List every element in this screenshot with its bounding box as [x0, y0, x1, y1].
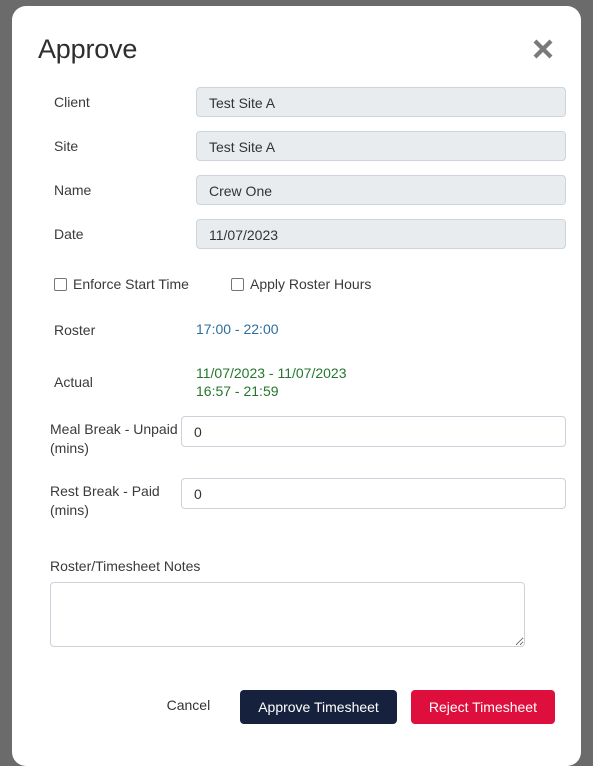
- close-icon[interactable]: [527, 33, 559, 65]
- modal-footer: Cancel Approve Timesheet Reject Timeshee…: [12, 690, 581, 740]
- client-field[interactable]: Test Site A: [196, 87, 566, 117]
- label-actual: Actual: [54, 374, 93, 390]
- label-site: Site: [54, 138, 79, 154]
- name-field[interactable]: Crew One: [196, 175, 566, 205]
- checkbox-box-icon[interactable]: [231, 277, 244, 291]
- roster-hours-value: 17:00 - 22:00: [196, 321, 279, 337]
- label-notes: Roster/Timesheet Notes: [50, 558, 201, 574]
- label-roster: Roster: [54, 322, 96, 338]
- field-row-client: Client Test Site A: [38, 84, 566, 128]
- checkbox-label-enforce-start-time: Enforce Start Time: [73, 276, 189, 292]
- actual-value: 11/07/2023 - 11/07/2023 16:57 - 21:59: [196, 364, 347, 400]
- field-row-name: Name Crew One: [38, 172, 566, 216]
- label-name: Name: [54, 182, 92, 198]
- field-row-date: Date 11/07/2023: [38, 216, 566, 260]
- approve-timesheet-button[interactable]: Approve Timesheet: [240, 690, 397, 724]
- site-field[interactable]: Test Site A: [196, 131, 566, 161]
- label-rest-break: Rest Break - Paid (mins): [50, 483, 160, 518]
- approve-timesheet-modal: Approve Client Test Site A Site Test Sit…: [12, 6, 581, 766]
- cancel-button[interactable]: Cancel: [155, 690, 223, 720]
- checkbox-enforce-start-time[interactable]: Enforce Start Time: [54, 276, 189, 292]
- roster-row: Roster 17:00 - 22:00: [38, 320, 555, 342]
- checkbox-box-icon[interactable]: [54, 277, 67, 291]
- checkbox-apply-roster-hours[interactable]: Apply Roster Hours: [231, 276, 371, 292]
- checkbox-label-apply-roster-hours: Apply Roster Hours: [250, 276, 372, 292]
- meal-break-row: Meal Break - Unpaid (mins): [38, 416, 566, 468]
- rest-break-input[interactable]: [181, 478, 566, 509]
- label-meal-break: Meal Break - Unpaid (mins): [50, 421, 178, 456]
- page-title: Approve: [38, 34, 138, 64]
- meal-break-input[interactable]: [181, 416, 566, 447]
- notes-block: Roster/Timesheet Notes: [38, 558, 555, 647]
- notes-textarea[interactable]: [50, 582, 525, 647]
- actual-row: Actual 11/07/2023 - 11/07/2023 16:57 - 2…: [38, 364, 555, 406]
- actual-times: 16:57 - 21:59: [196, 383, 279, 399]
- label-client: Client: [54, 94, 90, 110]
- field-row-site: Site Test Site A: [38, 128, 566, 172]
- label-date: Date: [54, 226, 84, 242]
- rest-break-row: Rest Break - Paid (mins): [38, 478, 566, 530]
- modal-body: Client Test Site A Site Test Site A Name…: [12, 84, 581, 647]
- actual-dates: 11/07/2023 - 11/07/2023: [196, 365, 347, 381]
- modal-header: Approve: [12, 6, 581, 84]
- reject-timesheet-button[interactable]: Reject Timesheet: [410, 690, 555, 724]
- checkbox-row: Enforce Start Time Apply Roster Hours: [38, 276, 555, 306]
- date-field[interactable]: 11/07/2023: [196, 219, 566, 249]
